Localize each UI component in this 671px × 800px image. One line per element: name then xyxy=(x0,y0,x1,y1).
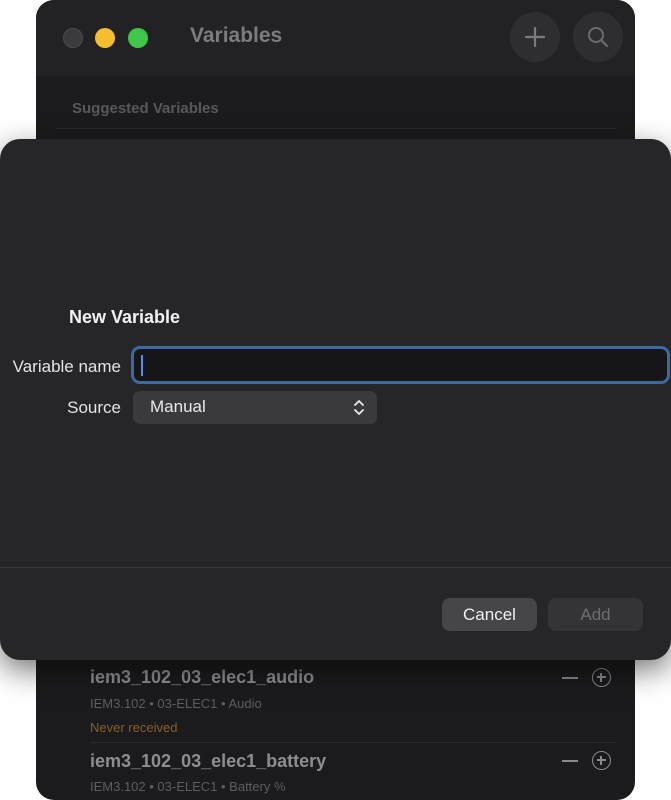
sheet-footer-divider xyxy=(0,567,671,568)
variable-name: iem3_102_03_elec1_audio xyxy=(90,667,315,687)
minus-icon[interactable] xyxy=(562,760,578,762)
variable-meta: IEM3.102 • 03-ELEC1 • Audio xyxy=(90,696,262,711)
sheet-title: New Variable xyxy=(69,307,181,327)
variable-name-label: Variable name xyxy=(12,357,121,376)
minimize-window-button[interactable] xyxy=(95,28,115,48)
plus-icon xyxy=(524,26,546,48)
window-title: Variables xyxy=(190,24,283,47)
close-window-button[interactable] xyxy=(63,28,83,48)
circle-plus-icon[interactable] xyxy=(592,751,611,770)
source-selected-value: Manual xyxy=(150,397,206,416)
new-variable-sheet: New Variable Variable name Source Manual… xyxy=(0,139,671,660)
variable-name-input[interactable] xyxy=(131,346,670,384)
source-label: Source xyxy=(67,398,121,417)
cancel-button[interactable]: Cancel xyxy=(442,598,537,631)
variable-name: iem3_102_03_elec1_battery xyxy=(90,751,327,771)
section-header-suggested: Suggested Variables xyxy=(72,100,219,117)
title-bar: Variables xyxy=(36,0,635,76)
variable-meta: IEM3.102 • 03-ELEC1 • Battery % xyxy=(90,779,286,794)
text-caret xyxy=(141,355,143,376)
minus-icon[interactable] xyxy=(562,677,578,679)
search-icon xyxy=(588,27,609,48)
section-divider xyxy=(56,128,616,129)
source-select[interactable]: Manual xyxy=(133,391,377,424)
row-divider xyxy=(90,742,616,743)
circle-plus-icon[interactable] xyxy=(592,668,611,687)
chevron-up-down-icon xyxy=(354,400,364,415)
add-variable-button[interactable] xyxy=(510,12,560,62)
variable-status: Never received xyxy=(90,720,178,735)
zoom-window-button[interactable] xyxy=(128,28,148,48)
search-button[interactable] xyxy=(573,12,623,62)
add-button[interactable]: Add xyxy=(548,598,643,631)
